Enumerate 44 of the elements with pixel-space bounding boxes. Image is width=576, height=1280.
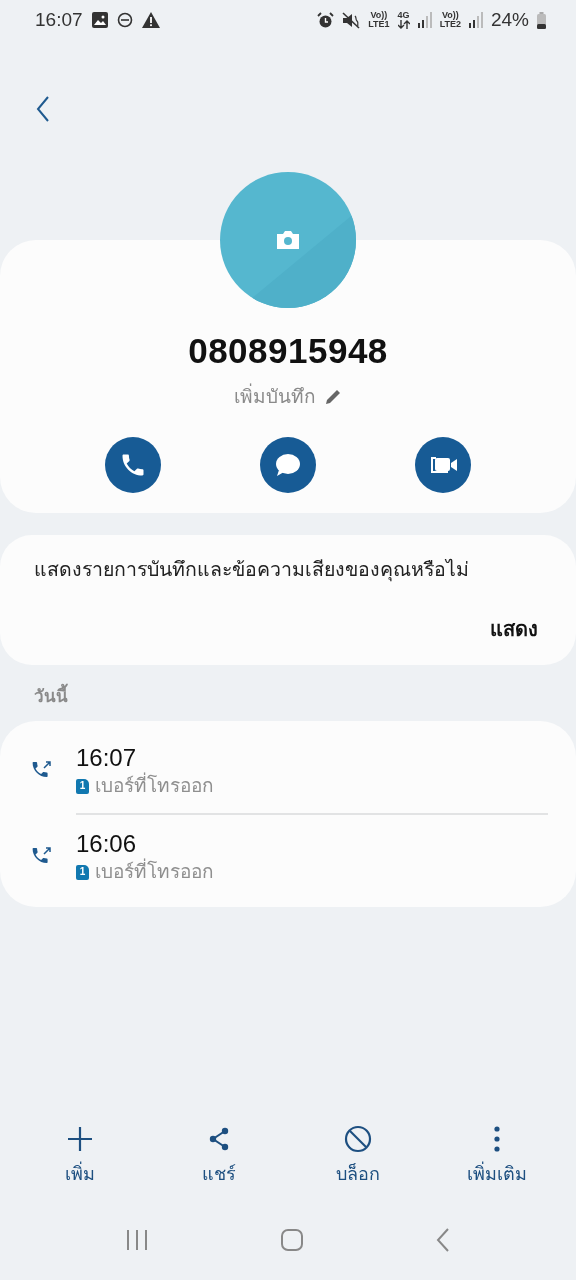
back-icon — [436, 1228, 450, 1252]
prompt-message: แสดงรายการบันทึกและข้อความเสียงของคุณหรือไม่ — [34, 557, 470, 583]
plus-icon — [66, 1126, 93, 1152]
network-label: LTE2 — [439, 20, 461, 29]
alarm-icon — [317, 11, 335, 29]
data-arrows-icon — [397, 20, 410, 29]
clock-time: 16:07 — [35, 9, 83, 31]
network-label: LTE1 — [368, 20, 390, 29]
camera-icon — [275, 230, 301, 250]
image-icon — [90, 11, 109, 29]
video-camera-icon — [428, 454, 458, 476]
do-not-disturb-icon — [116, 12, 133, 28]
home-icon — [280, 1228, 304, 1252]
block-icon — [343, 1125, 372, 1153]
call-type: เบอร์ที่โทรออก — [95, 859, 214, 885]
pencil-icon — [324, 388, 342, 406]
recent-apps-icon — [126, 1229, 148, 1251]
signal-icon — [417, 12, 432, 28]
data-type-label: 4G — [397, 11, 410, 20]
phone-number: 0808915948 — [188, 331, 388, 371]
sim-badge: 1 — [76, 778, 89, 794]
volte-label: Vo)) — [370, 11, 388, 20]
chat-bubble-icon — [274, 452, 302, 478]
battery-icon — [537, 11, 546, 29]
warning-icon — [140, 11, 161, 29]
call-button[interactable] — [105, 437, 161, 493]
toolbar-button[interactable]: แชร์ — [163, 1125, 274, 1188]
section-header: วันนี้ — [0, 665, 576, 709]
battery-percent: 24% — [490, 9, 529, 31]
call-time: 16:07 — [76, 743, 138, 772]
toolbar-button[interactable]: เพิ่มเติม — [441, 1125, 552, 1188]
chevron-left-icon — [36, 95, 50, 122]
toolbar-button[interactable]: เพิ่ม — [24, 1125, 135, 1188]
call-time: 16:06 — [76, 829, 138, 858]
message-button[interactable] — [260, 437, 316, 493]
toolbar-button[interactable]: บล็อก — [302, 1125, 413, 1188]
call-type: เบอร์ที่โทรออก — [95, 773, 214, 799]
show-button[interactable]: แสดง — [490, 613, 538, 645]
more-icon — [492, 1126, 501, 1152]
mute-icon — [342, 11, 361, 29]
sim-badge: 1 — [76, 864, 89, 880]
volte-label: Vo)) — [441, 11, 459, 20]
signal-icon — [468, 12, 483, 28]
video-call-button[interactable] — [415, 437, 471, 493]
